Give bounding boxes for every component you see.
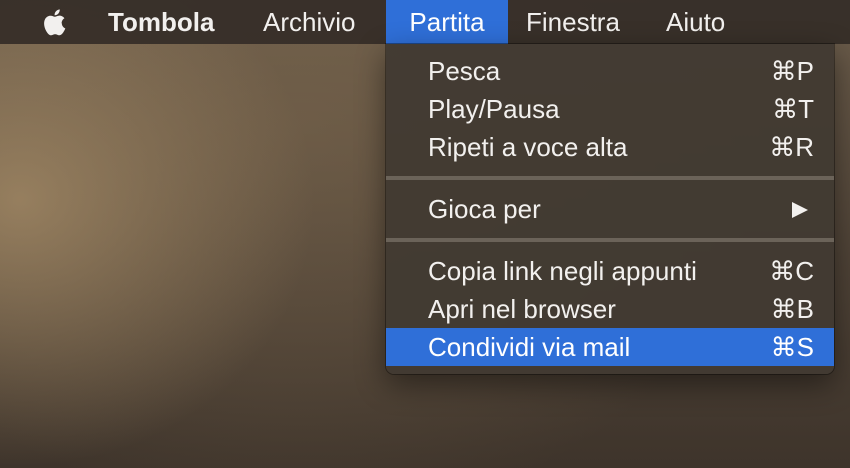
shortcut-label: ⌘T bbox=[772, 94, 814, 124]
menu-separator bbox=[386, 176, 834, 180]
shortcut-label: ⌘B bbox=[770, 294, 814, 324]
menu-item-label: Gioca per bbox=[428, 194, 541, 224]
menu-archivio[interactable]: Archivio bbox=[263, 0, 355, 44]
menu-item-copia-link[interactable]: Copia link negli appunti ⌘C bbox=[386, 252, 834, 290]
shortcut-label: ⌘R bbox=[769, 132, 814, 162]
menu-item-label: Copia link negli appunti bbox=[428, 256, 697, 286]
shortcut-label: ⌘C bbox=[769, 256, 814, 286]
menu-item-gioca-per[interactable]: Gioca per bbox=[386, 190, 834, 228]
shortcut-label: ⌘P bbox=[770, 56, 814, 86]
menu-finestra[interactable]: Finestra bbox=[526, 0, 620, 44]
menu-separator bbox=[386, 238, 834, 242]
menu-item-label: Apri nel browser bbox=[428, 294, 616, 324]
menu-item-label: Ripeti a voce alta bbox=[428, 132, 628, 162]
menu-partita[interactable]: Partita bbox=[386, 0, 508, 44]
menu-item-apri-browser[interactable]: Apri nel browser ⌘B bbox=[386, 290, 834, 328]
menu-item-condividi-mail[interactable]: Condividi via mail ⌘S bbox=[386, 328, 834, 366]
menu-item-label: Pesca bbox=[428, 56, 501, 86]
menu-app-name[interactable]: Tombola bbox=[108, 0, 214, 44]
apple-logo-icon[interactable] bbox=[40, 6, 72, 38]
menu-item-label: Condividi via mail bbox=[428, 332, 631, 362]
menu-item-play-pausa[interactable]: Play/Pausa ⌘T bbox=[386, 90, 834, 128]
menu-item-ripeti[interactable]: Ripeti a voce alta ⌘R bbox=[386, 128, 834, 166]
menu-aiuto[interactable]: Aiuto bbox=[666, 0, 725, 44]
menu-item-label: Play/Pausa bbox=[428, 94, 560, 124]
partita-dropdown-menu: Pesca ⌘P Play/Pausa ⌘T Ripeti a voce alt… bbox=[386, 44, 834, 374]
shortcut-label: ⌘S bbox=[770, 332, 814, 362]
menu-item-pesca[interactable]: Pesca ⌘P bbox=[386, 52, 834, 90]
submenu-arrow-icon bbox=[792, 202, 808, 218]
menu-bar: Tombola Archivio Partita Finestra Aiuto bbox=[0, 0, 850, 44]
